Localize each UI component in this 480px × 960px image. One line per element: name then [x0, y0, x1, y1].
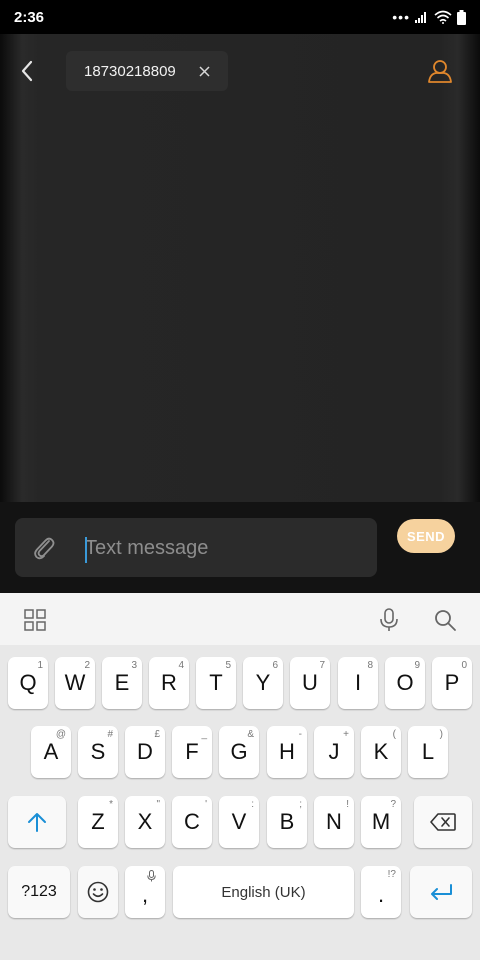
wifi-icon	[434, 10, 452, 24]
text-caret	[85, 537, 87, 563]
key-g[interactable]: G &	[219, 726, 259, 778]
keyboard: Q1 W2 E3 R4 T5 Y6 U7 I8 O9 P0 A @ S # D £ F…	[0, 593, 480, 960]
signal-icon	[415, 12, 426, 23]
emoji-key[interactable]	[78, 866, 118, 918]
grid-icon	[24, 609, 46, 631]
search-icon	[435, 610, 456, 631]
status-icons: •••	[392, 9, 466, 25]
shift-arrow-icon	[28, 813, 46, 832]
back-button[interactable]	[12, 54, 42, 88]
enter-key[interactable]	[410, 866, 472, 918]
send-button[interactable]: SEND	[397, 519, 455, 553]
keyboard-search-button[interactable]	[430, 605, 460, 635]
attach-button[interactable]	[29, 533, 59, 563]
messaging-screen: 2:36 ••• 18730218809 Text message SEND Q…	[0, 0, 480, 960]
key-w[interactable]: W2	[55, 657, 95, 709]
key-d[interactable]: D £	[125, 726, 165, 778]
backspace-key[interactable]	[414, 796, 472, 848]
more-dots-icon: •••	[392, 9, 410, 25]
key-n[interactable]: N!	[314, 796, 354, 848]
key-f[interactable]: F _	[172, 726, 212, 778]
key-l[interactable]: L)	[408, 726, 448, 778]
backspace-icon	[430, 813, 456, 831]
battery-icon	[457, 9, 466, 25]
message-composer: SEND	[0, 502, 480, 593]
key-q[interactable]: Q1	[8, 657, 48, 709]
key-k[interactable]: K(	[361, 726, 401, 778]
key-j[interactable]: J +	[314, 726, 354, 778]
person-icon	[428, 60, 452, 83]
period-key[interactable]: . !?	[361, 866, 401, 918]
microphone-icon	[380, 608, 398, 631]
key-e[interactable]: E3	[102, 657, 142, 709]
key-z[interactable]: Z *	[78, 796, 118, 848]
close-icon	[198, 65, 210, 77]
key-t[interactable]: T5	[196, 657, 236, 709]
shift-key[interactable]	[8, 796, 66, 848]
status-bar: 2:36 •••	[0, 0, 480, 34]
add-contact-button[interactable]	[424, 54, 456, 88]
conversation-header: 18730218809	[0, 46, 480, 96]
key-m[interactable]: M?	[361, 796, 401, 848]
keyboard-toolbar	[0, 593, 480, 645]
smiley-icon	[87, 881, 109, 903]
enter-arrow-icon	[431, 884, 452, 900]
status-time: 2:36	[14, 8, 45, 26]
recipient-chip[interactable]: 18730218809	[66, 51, 228, 91]
key-i[interactable]: I8	[338, 657, 378, 709]
microphone-icon	[147, 870, 156, 882]
key-h[interactable]: H-	[267, 726, 307, 778]
key-s[interactable]: S #	[78, 726, 118, 778]
message-input[interactable]	[85, 528, 365, 568]
voice-input-button[interactable]	[374, 605, 404, 635]
key-r[interactable]: R4	[149, 657, 189, 709]
remove-recipient-button[interactable]	[194, 61, 214, 81]
key-p[interactable]: P0	[432, 657, 472, 709]
composer-field	[15, 518, 377, 577]
paperclip-icon	[34, 537, 55, 560]
comma-key[interactable]: ,	[125, 866, 165, 918]
space-key[interactable]: English (UK)	[173, 866, 354, 918]
symbols-key[interactable]: ?123	[8, 866, 70, 918]
key-x[interactable]: X "	[125, 796, 165, 848]
key-y[interactable]: Y6	[243, 657, 283, 709]
recipient-number: 18730218809	[84, 62, 176, 80]
key-a[interactable]: A @	[31, 726, 71, 778]
chevron-left-icon	[21, 60, 33, 82]
key-u[interactable]: U7	[290, 657, 330, 709]
key-o[interactable]: O9	[385, 657, 425, 709]
key-b[interactable]: B;	[267, 796, 307, 848]
conversation-area: 18730218809	[0, 34, 480, 502]
key-c[interactable]: C '	[172, 796, 212, 848]
keyboard-menu-button[interactable]	[20, 605, 50, 635]
key-v[interactable]: V:	[219, 796, 259, 848]
